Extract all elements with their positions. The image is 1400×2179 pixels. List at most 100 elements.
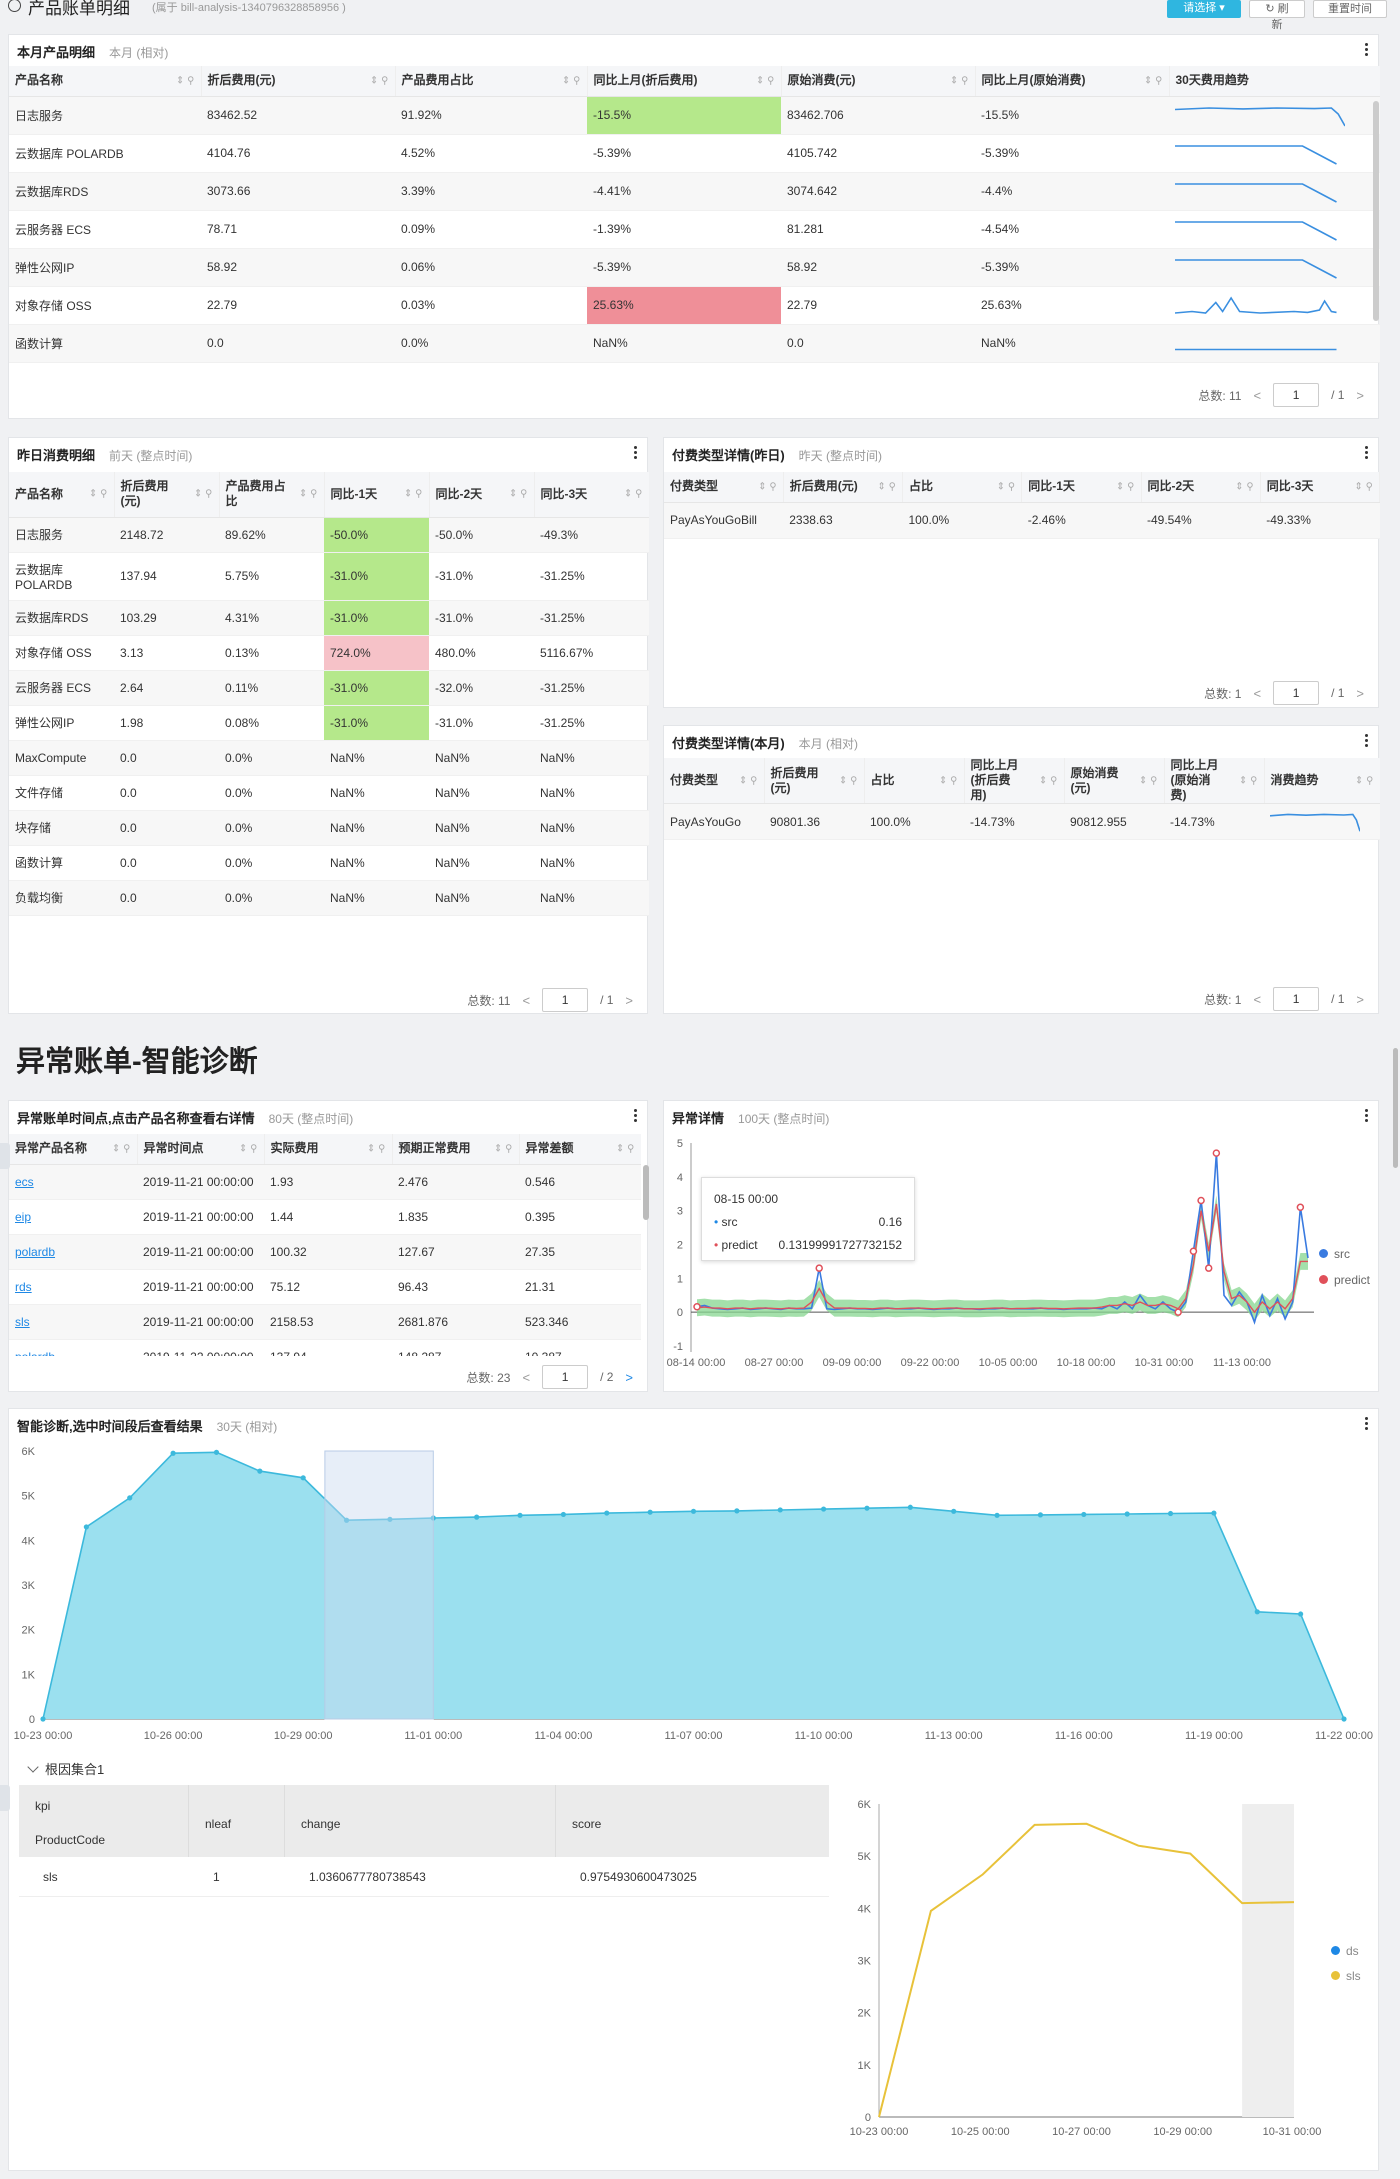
table-row[interactable]: 日志服务 2148.72 89.62% -50.0% -50.0% -49.3% bbox=[9, 517, 649, 553]
legend-item-ds[interactable]: ds bbox=[1331, 1939, 1361, 1964]
root-cause-group-header[interactable]: 根因集合1 bbox=[27, 1759, 104, 1778]
column-header[interactable]: 占比 ⇕ ⚲ bbox=[864, 758, 965, 804]
table-row[interactable]: 日志服务 83462.52 91.92% -15.5% 83462.706 -15.5% bbox=[9, 96, 1380, 135]
sort-filter-icon[interactable]: ⇕ ⚲ bbox=[367, 1141, 385, 1156]
anomaly-point[interactable] bbox=[1296, 1203, 1305, 1212]
vertical-scrollbar[interactable] bbox=[1373, 101, 1379, 321]
sort-filter-icon[interactable]: ⇕ ⚲ bbox=[839, 773, 857, 788]
column-header[interactable]: 折后费用(元) ⇕ ⚲ bbox=[764, 758, 865, 804]
column-header[interactable]: 同比-2天 ⇕ ⚲ bbox=[1141, 472, 1261, 503]
anomaly-point[interactable] bbox=[1204, 1264, 1213, 1272]
sort-filter-icon[interactable]: ⇕ ⚲ bbox=[1355, 773, 1373, 788]
more-menu-icon[interactable] bbox=[633, 1107, 637, 1124]
page-input[interactable]: 1 bbox=[542, 1365, 589, 1389]
table-row[interactable]: 函数计算 0.0 0.0% NaN% NaN% NaN% bbox=[9, 845, 649, 881]
column-header[interactable]: 原始消费(元) ⇕ ⚲ bbox=[781, 66, 976, 97]
column-header[interactable]: 同比-1天 ⇕ ⚲ bbox=[324, 472, 430, 518]
column-header[interactable]: 付费类型 ⇕ ⚲ bbox=[664, 758, 765, 804]
column-header[interactable]: 折后费用(元) ⇕ ⚲ bbox=[783, 472, 904, 503]
sort-filter-icon[interactable]: ⇕ ⚲ bbox=[939, 773, 957, 788]
sort-filter-icon[interactable]: ⇕ ⚲ bbox=[176, 73, 194, 88]
sort-filter-icon[interactable]: ⇕ ⚲ bbox=[89, 487, 107, 502]
sort-filter-icon[interactable]: ⇕ ⚲ bbox=[616, 1141, 634, 1156]
more-menu-icon[interactable] bbox=[1364, 444, 1368, 461]
column-header[interactable]: 同比上月(原始消费) ⇕ ⚲ bbox=[975, 66, 1170, 97]
column-header[interactable]: 同比上月(折后费用) ⇕ ⚲ bbox=[587, 66, 782, 97]
table-row[interactable]: MaxCompute 0.0 0.0% NaN% NaN% NaN% bbox=[9, 740, 649, 776]
table-row[interactable]: 云服务器 ECS 2.64 0.11% -31.0% -32.0% -31.25% bbox=[9, 670, 649, 706]
table-row[interactable]: 文件存储 0.0 0.0% NaN% NaN% NaN% bbox=[9, 775, 649, 811]
anomaly-point[interactable] bbox=[1174, 1308, 1182, 1316]
refresh-button[interactable]: ↻ 刷新 bbox=[1249, 0, 1305, 31]
prev-page-icon[interactable]: < bbox=[1253, 992, 1261, 1007]
sort-filter-icon[interactable]: ⇕ ⚲ bbox=[404, 487, 422, 502]
column-header[interactable]: 产品费用占比 ⇕ ⚲ bbox=[219, 472, 325, 518]
sort-filter-icon[interactable]: ⇕ ⚲ bbox=[1139, 773, 1157, 788]
table-row[interactable]: PayAsYouGoBill 2338.63 100.0% -2.46% -49.54%… bbox=[664, 502, 1380, 539]
sort-filter-icon[interactable]: ⇕ ⚲ bbox=[950, 73, 968, 88]
more-menu-icon[interactable] bbox=[1364, 732, 1368, 749]
table-row[interactable]: polardb 2019-11-21 00:00:00 100.32 127.67 27… bbox=[9, 1234, 641, 1270]
page-input[interactable]: 1 bbox=[1273, 681, 1320, 705]
column-header[interactable]: 同比上月(原始消费) ⇕ ⚲ bbox=[1164, 758, 1265, 804]
column-header[interactable]: 异常产品名称 ⇕ ⚲ bbox=[9, 1134, 138, 1165]
diagnosis-area-chart[interactable]: 0 1K 2K 3K 4K 5K 6K 10-23 00:00 10-26 00:00 10-29… bbox=[9, 1409, 1380, 1749]
column-header[interactable]: 异常时间点 ⇕ ⚲ bbox=[137, 1134, 265, 1165]
page-input[interactable]: 1 bbox=[1273, 383, 1320, 407]
legend-item-sls[interactable]: sls bbox=[1331, 1964, 1361, 1989]
sort-filter-icon[interactable]: ⇕ ⚲ bbox=[624, 487, 642, 502]
sort-filter-icon[interactable]: ⇕ ⚲ bbox=[756, 73, 774, 88]
table-row[interactable]: sls 2019-11-21 00:00:00 2158.53 2681.876 523… bbox=[9, 1304, 641, 1340]
column-header[interactable]: 消费趋势 ⇕ ⚲ bbox=[1264, 758, 1380, 804]
column-header[interactable]: 折后费用(元) ⇕ ⚲ bbox=[114, 472, 220, 518]
page-input[interactable]: 1 bbox=[1273, 987, 1320, 1011]
table-row[interactable]: 弹性公网IP 1.98 0.08% -31.0% -31.0% -31.25% bbox=[9, 705, 649, 741]
select-dropdown[interactable]: 请选择 ▾ bbox=[1167, 0, 1241, 18]
sort-filter-icon[interactable]: ⇕ ⚲ bbox=[299, 487, 317, 502]
next-page-icon[interactable]: > bbox=[625, 993, 633, 1008]
root-cause-row[interactable]: sls 1 1.0360677780738543 0.9754930600473… bbox=[19, 1857, 829, 1897]
table-row[interactable]: 负载均衡 0.0 0.0% NaN% NaN% NaN% bbox=[9, 880, 649, 916]
sort-filter-icon[interactable]: ⇕ ⚲ bbox=[997, 479, 1015, 494]
column-header[interactable]: 同比-3天 ⇕ ⚲ bbox=[534, 472, 649, 518]
sort-filter-icon[interactable]: ⇕ ⚲ bbox=[194, 487, 212, 502]
page-scrollbar[interactable] bbox=[1393, 1048, 1398, 1168]
next-page-icon[interactable]: > bbox=[1356, 686, 1364, 701]
selection-brush[interactable] bbox=[324, 1450, 434, 1720]
table-row[interactable]: 对象存储 OSS 22.79 0.03% 25.63% 22.79 25.63% bbox=[9, 286, 1380, 325]
prev-page-icon[interactable]: < bbox=[1253, 686, 1261, 701]
sort-filter-icon[interactable]: ⇕ ⚲ bbox=[1235, 479, 1253, 494]
sort-filter-icon[interactable]: ⇕ ⚲ bbox=[509, 487, 527, 502]
table-row[interactable]: 云数据库RDS 103.29 4.31% -31.0% -31.0% -31.25% bbox=[9, 600, 649, 636]
table-row[interactable]: 云数据库 POLARDB 4104.76 4.52% -5.39% 4105.742 -5… bbox=[9, 134, 1380, 173]
legend-item-predict[interactable]: predict bbox=[1319, 1267, 1370, 1293]
next-page-icon[interactable]: > bbox=[1356, 992, 1364, 1007]
table-row[interactable]: polardb 2019-11-22 00:00:00137.94148.2871… bbox=[9, 1339, 641, 1356]
product-link[interactable]: polardb bbox=[15, 1350, 55, 1357]
column-header[interactable]: 付费类型 ⇕ ⚲ bbox=[664, 472, 784, 503]
product-link[interactable]: eip bbox=[15, 1210, 31, 1224]
table-row[interactable]: 云服务器 ECS 78.71 0.09% -1.39% 81.281 -4.54% bbox=[9, 210, 1380, 249]
more-menu-icon[interactable] bbox=[633, 444, 637, 461]
column-header[interactable]: 预期正常费用 ⇕ ⚲ bbox=[392, 1134, 520, 1165]
prev-page-icon[interactable]: < bbox=[522, 1370, 530, 1385]
product-link[interactable]: rds bbox=[15, 1280, 32, 1294]
table-row[interactable]: 云数据库 POLARDB 137.94 5.75% -31.0% -31.0% -31.2… bbox=[9, 552, 649, 601]
column-header[interactable]: 产品名称 ⇕ ⚲ bbox=[9, 472, 115, 518]
reset-time-button[interactable]: 重置时间 bbox=[1313, 0, 1387, 18]
sort-filter-icon[interactable]: ⇕ ⚲ bbox=[1039, 773, 1057, 788]
page-input[interactable]: 1 bbox=[542, 988, 589, 1012]
sort-filter-icon[interactable]: ⇕ ⚲ bbox=[494, 1141, 512, 1156]
next-page-icon[interactable]: > bbox=[625, 1370, 633, 1385]
table-row[interactable]: MaxCompute0.00.0%NaN%0.0NaN% bbox=[9, 362, 1380, 363]
table-row[interactable]: PayAsYouGo 90801.36 100.0% -14.73% 90812.955… bbox=[664, 803, 1380, 840]
column-header[interactable]: 实际费用 ⇕ ⚲ bbox=[264, 1134, 393, 1165]
product-link[interactable]: ecs bbox=[15, 1175, 34, 1189]
sort-filter-icon[interactable]: ⇕ ⚲ bbox=[739, 773, 757, 788]
legend-item-src[interactable]: src bbox=[1319, 1241, 1370, 1267]
sort-filter-icon[interactable]: ⇕ ⚲ bbox=[239, 1141, 257, 1156]
product-link[interactable]: sls bbox=[15, 1315, 30, 1329]
column-header[interactable]: 折后费用(元) ⇕ ⚲ bbox=[201, 66, 396, 97]
product-link[interactable]: polardb bbox=[15, 1245, 55, 1259]
anomaly-point[interactable] bbox=[1197, 1196, 1205, 1205]
